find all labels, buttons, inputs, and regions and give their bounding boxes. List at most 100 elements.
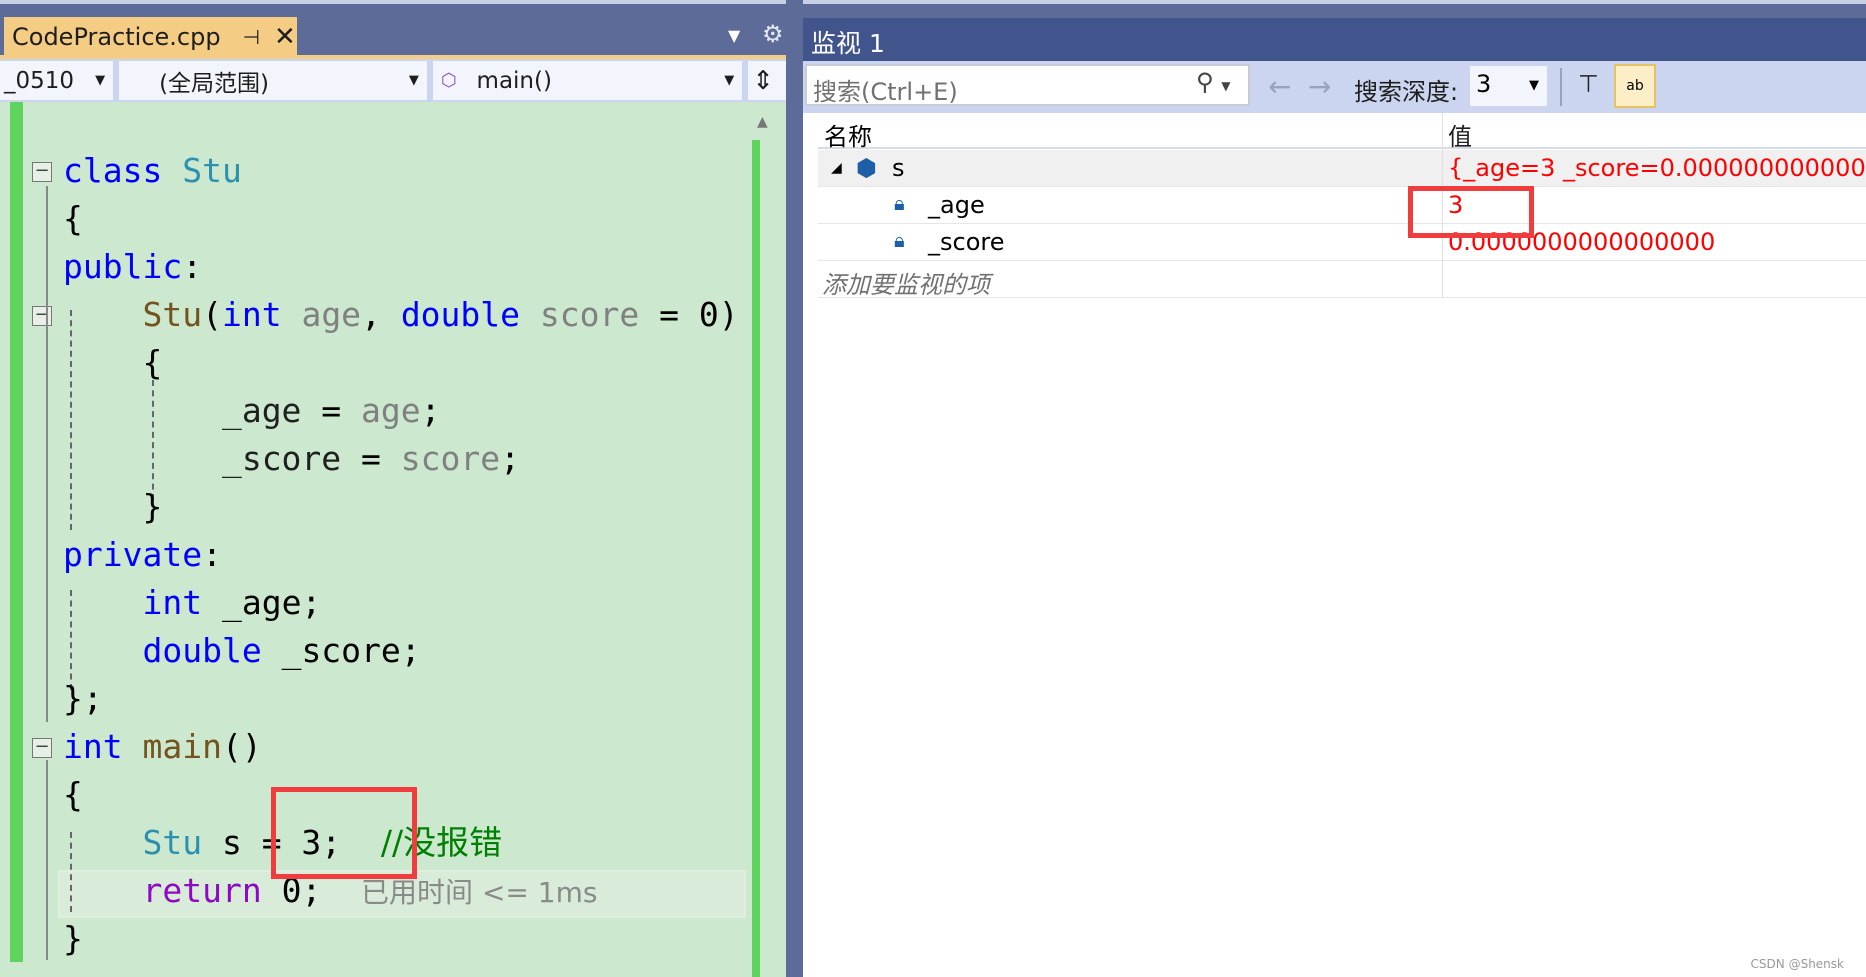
- code-line: {: [63, 339, 162, 387]
- code-token: double: [142, 631, 262, 670]
- code-token: main: [142, 727, 222, 766]
- tab-list-dropdown-icon[interactable]: ▼: [728, 26, 740, 45]
- pane-splitter[interactable]: [786, 0, 803, 977]
- watermark: CSDN @Shensk: [1750, 957, 1844, 971]
- method-cube-icon: ⬡: [440, 70, 457, 91]
- watch-search-input[interactable]: 搜索(Ctrl+E): [805, 64, 1250, 106]
- code-token: _age;: [202, 583, 322, 622]
- project-dropdown[interactable]: _0510 ▼: [0, 61, 114, 100]
- column-value[interactable]: 值: [1448, 117, 1472, 152]
- back-arrow-icon[interactable]: ←: [1268, 70, 1291, 103]
- watch-row-age[interactable]: 🔒︎ _age 3: [818, 187, 1866, 224]
- fold-ctor-icon[interactable]: −: [32, 306, 52, 326]
- code-token: int: [63, 727, 123, 766]
- add-watch-placeholder: 添加要监视的项: [822, 271, 990, 299]
- row-name: _score: [928, 228, 1005, 256]
- code-token: int: [221, 295, 282, 334]
- grid-header: 名称 值: [818, 113, 1866, 152]
- code-token: private: [63, 535, 203, 574]
- code-line: }: [63, 483, 162, 531]
- code-token: {: [63, 199, 83, 238]
- private-field-icon: 🔒︎: [894, 191, 905, 215]
- split-icon[interactable]: ⇕: [748, 61, 786, 100]
- code-token: Stu: [142, 823, 203, 862]
- code-token: _age: [221, 391, 302, 430]
- fold-line: [46, 186, 48, 722]
- search-depth-dropdown[interactable]: 3 ▼: [1470, 66, 1547, 106]
- code-token: _score: [221, 439, 342, 478]
- tab-codepractice[interactable]: CodePractice.cpp ⊣ ✕: [4, 17, 297, 57]
- code-token: =: [301, 391, 362, 430]
- object-icon: ⬢: [856, 154, 877, 182]
- top-strip: [0, 0, 1866, 4]
- tab-label: CodePractice.cpp: [12, 23, 221, 51]
- member-dropdown[interactable]: ⬡ main() ▼: [432, 61, 743, 100]
- code-token: (): [221, 727, 262, 766]
- chevron-down-icon: ▼: [724, 73, 735, 88]
- collapse-triangle-icon[interactable]: ◢: [831, 160, 842, 176]
- code-token: age: [361, 391, 421, 430]
- code-token: ;: [500, 439, 520, 478]
- watch-row-s[interactable]: ◢ ⬢ s {_age=3 _score=0.0000000000000000: [818, 150, 1866, 187]
- navigation-bar: _0510 ▼ (全局范围) ▼ ⬡ main() ▼ ⇕: [0, 59, 786, 102]
- code-line: class Stu: [63, 147, 242, 195]
- highlight-box-assignment: [271, 787, 417, 879]
- code-token: };: [63, 679, 103, 718]
- code-token: public: [63, 247, 183, 286]
- add-watch-row[interactable]: 添加要监视的项: [818, 261, 1866, 299]
- pin-filter-icon[interactable]: ⊤: [1578, 70, 1599, 98]
- row-value: {_age=3 _score=0.0000000000000000: [1448, 154, 1866, 182]
- scroll-up-icon[interactable]: ▲: [757, 114, 768, 130]
- code-token: 已用时间 <= 1ms: [361, 876, 598, 909]
- fold-class-icon[interactable]: −: [32, 162, 52, 182]
- change-margin: [10, 102, 23, 962]
- code-line: {: [63, 771, 83, 819]
- toolbar-separator: [1560, 68, 1562, 106]
- search-depth-label: 搜索深度:: [1354, 78, 1459, 106]
- code-line: };: [63, 675, 103, 723]
- row-name: _age: [928, 191, 985, 219]
- code-token: Stu: [182, 151, 242, 190]
- search-placeholder: 搜索(Ctrl+E): [813, 78, 958, 106]
- code-token: double: [400, 295, 521, 334]
- code-token: = 0): [639, 295, 739, 334]
- code-token: =: [341, 439, 401, 478]
- code-token: score: [520, 295, 640, 334]
- code-token: int: [142, 583, 203, 622]
- code-line: int main(): [63, 723, 262, 771]
- code-token: age: [281, 295, 362, 334]
- scope-dropdown[interactable]: (全局范围) ▼: [119, 61, 427, 100]
- search-icon[interactable]: ⚲ ▼: [1196, 68, 1230, 96]
- code-line: _age = age;: [63, 387, 441, 435]
- code-token: ,: [361, 295, 401, 334]
- scope-value: (全局范围): [159, 70, 270, 97]
- code-token: (: [202, 295, 222, 334]
- private-field-icon: 🔒︎: [894, 228, 905, 252]
- watch-title: 监视 1: [811, 29, 885, 58]
- code-line: Stu(int age, double score = 0): [63, 291, 739, 339]
- fold-main-icon[interactable]: −: [32, 738, 52, 758]
- code-token: class: [63, 151, 183, 190]
- fold-line: [46, 760, 48, 960]
- close-icon[interactable]: ✕: [274, 22, 296, 52]
- row-name: s: [892, 154, 905, 182]
- search-depth-value: 3: [1476, 70, 1492, 98]
- code-token: Stu: [142, 295, 203, 334]
- code-token: ;: [420, 391, 441, 430]
- watch-row-score[interactable]: 🔒︎ _score 0.0000000000000000: [818, 224, 1866, 261]
- code-line: private:: [63, 531, 222, 579]
- forward-arrow-icon[interactable]: →: [1308, 70, 1331, 103]
- code-token: return: [142, 871, 262, 910]
- hex-display-button[interactable]: ab: [1614, 64, 1656, 108]
- column-name[interactable]: 名称: [824, 117, 872, 152]
- pin-icon[interactable]: ⊣: [243, 25, 260, 49]
- code-token: }: [63, 919, 83, 958]
- gear-icon[interactable]: ⚙: [762, 20, 784, 48]
